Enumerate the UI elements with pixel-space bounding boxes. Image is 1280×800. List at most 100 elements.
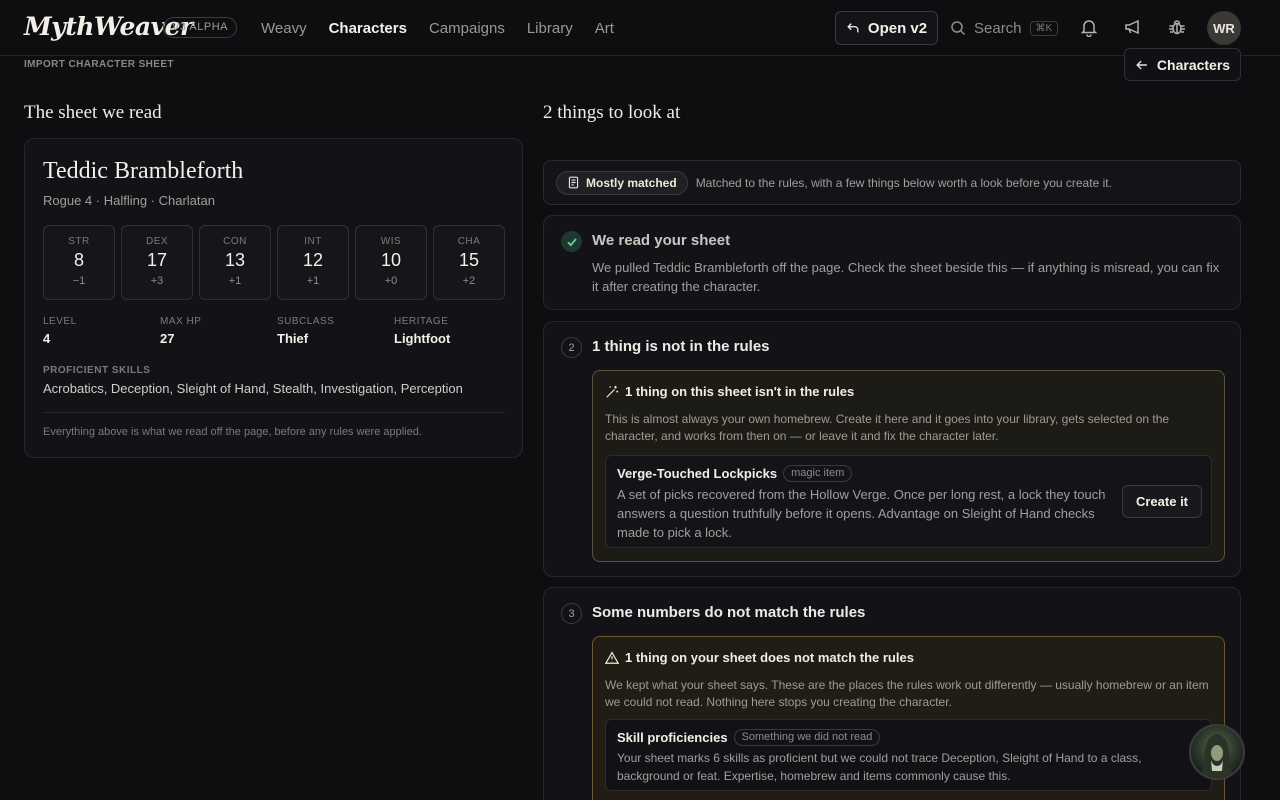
ability-con: CON 13 +1 bbox=[199, 225, 271, 300]
main-nav: Weavy Characters Campaigns Library Art bbox=[261, 0, 614, 56]
ability-mod: +2 bbox=[462, 275, 476, 287]
ability-abbr: CHA bbox=[457, 236, 481, 247]
search-icon bbox=[951, 21, 966, 36]
field-max-hp: MAX HP 27 bbox=[160, 316, 277, 346]
open-v2-button[interactable]: Open v2 bbox=[835, 11, 938, 45]
version-badge: V3 ALPHA bbox=[163, 17, 237, 38]
skills-value: Acrobatics, Deception, Sleight of Hand, … bbox=[43, 381, 463, 396]
field-level: LEVEL 4 bbox=[43, 316, 160, 346]
field-label: SUBCLASS bbox=[277, 316, 335, 327]
panel-title-text: 1 thing on your sheet does not match the… bbox=[625, 650, 914, 665]
ability-mod: −1 bbox=[72, 275, 86, 287]
item-tag: Something we did not read bbox=[733, 729, 881, 746]
field-value: 4 bbox=[43, 331, 51, 346]
sheet-heading: The sheet we read bbox=[24, 102, 162, 123]
hooded-figure-icon bbox=[1201, 734, 1233, 778]
homebrew-item: Verge-Touched Lockpicks magic item A set… bbox=[605, 455, 1212, 548]
ability-abbr: STR bbox=[68, 236, 90, 247]
mismatch-item: Skill proficiencies Something we did not… bbox=[605, 719, 1212, 791]
field-subclass: SUBCLASS Thief bbox=[277, 316, 394, 346]
ability-wis: WIS 10 +0 bbox=[355, 225, 427, 300]
top-navigation-bar: MythWeaver V3 ALPHA Weavy Characters Cam… bbox=[0, 0, 1280, 56]
create-it-button[interactable]: Create it bbox=[1122, 485, 1202, 518]
card-title: 1 thing is not in the rules bbox=[592, 338, 770, 355]
nav-item-characters[interactable]: Characters bbox=[329, 20, 407, 37]
step-number: 2 bbox=[561, 337, 582, 358]
ability-mod: +1 bbox=[228, 275, 242, 287]
card-title: Some numbers do not match the rules bbox=[592, 604, 866, 621]
ability-score: 15 bbox=[458, 250, 480, 270]
ability-int: INT 12 +1 bbox=[277, 225, 349, 300]
mismatch-panel: 1 thing on your sheet does not match the… bbox=[592, 636, 1225, 800]
nav-item-weavy[interactable]: Weavy bbox=[261, 20, 307, 37]
character-sheet-card: Teddic Brambleforth Rogue 4 · Halfling ·… bbox=[24, 138, 523, 458]
ability-cha: CHA 15 +2 bbox=[433, 225, 505, 300]
report-bug-button[interactable] bbox=[1167, 17, 1189, 39]
search-label: Search bbox=[974, 19, 1022, 37]
match-status-text: Matched to the rules, with a few things … bbox=[695, 175, 1112, 190]
return-arrow-icon bbox=[847, 23, 859, 33]
item-description: Your sheet marks 6 skills as proficient … bbox=[617, 751, 1142, 783]
divider bbox=[43, 412, 505, 413]
character-subtitle: Rogue 4 · Halfling · Charlatan bbox=[43, 193, 215, 208]
magic-wand-icon bbox=[606, 385, 619, 398]
skills-label: PROFICIENT SKILLS bbox=[43, 365, 151, 376]
match-status-bar: Mostly matched Matched to the rules, wit… bbox=[543, 160, 1241, 205]
ability-str: STR 8 −1 bbox=[43, 225, 115, 300]
match-status-pill: Mostly matched bbox=[556, 170, 688, 195]
back-to-characters-button[interactable]: Characters bbox=[1124, 48, 1241, 81]
item-description: A set of picks recovered from the Hollow… bbox=[617, 487, 1106, 540]
search-shortcut: ⌘K bbox=[1029, 20, 1059, 36]
panel-title: 1 thing on this sheet isn't in the rules bbox=[605, 384, 854, 399]
nav-item-campaigns[interactable]: Campaigns bbox=[429, 20, 505, 37]
megaphone-icon bbox=[1125, 19, 1139, 35]
bug-icon bbox=[1169, 20, 1185, 35]
review-heading: 2 things to look at bbox=[543, 102, 681, 123]
bell-icon bbox=[1080, 20, 1098, 38]
item-name: Verge-Touched Lockpicks magic item bbox=[617, 465, 853, 482]
ability-mod: +1 bbox=[306, 275, 320, 287]
item-name: Skill proficiencies Something we did not… bbox=[617, 729, 881, 746]
ability-abbr: INT bbox=[304, 236, 322, 247]
ability-score: 12 bbox=[302, 250, 324, 270]
back-label: Characters bbox=[1156, 56, 1231, 73]
ability-score: 8 bbox=[73, 250, 84, 270]
card-body: We pulled Teddic Brambleforth off the pa… bbox=[592, 260, 1220, 294]
ability-scores: STR 8 −1 DEX 17 +3 CON 13 +1 INT 12 +1 WIS 10 +0 C… bbox=[43, 225, 505, 300]
ability-score: 17 bbox=[146, 250, 168, 270]
user-avatar[interactable]: WR bbox=[1207, 11, 1241, 45]
field-value: 27 bbox=[160, 331, 175, 346]
panel-title-text: 1 thing on this sheet isn't in the rules bbox=[625, 384, 855, 399]
field-label: HERITAGE bbox=[394, 316, 449, 327]
item-name-text: Verge-Touched Lockpicks bbox=[617, 466, 778, 481]
ability-mod: +0 bbox=[384, 275, 398, 287]
numbers-mismatch-card: 3 Some numbers do not match the rules 1 … bbox=[543, 587, 1241, 800]
check-badge bbox=[561, 231, 582, 252]
character-name: Teddic Brambleforth bbox=[43, 158, 244, 184]
ability-mod: +3 bbox=[150, 275, 164, 287]
check-icon bbox=[566, 237, 577, 246]
field-label: MAX HP bbox=[160, 316, 202, 327]
ability-abbr: DEX bbox=[145, 236, 169, 247]
announcements-button[interactable] bbox=[1123, 17, 1145, 39]
assistant-avatar[interactable] bbox=[1189, 724, 1245, 780]
notifications-button[interactable] bbox=[1079, 17, 1101, 39]
panel-body: This is almost always your own homebrew.… bbox=[605, 412, 1170, 443]
field-value: Lightfoot bbox=[394, 331, 451, 346]
panel-body: We kept what your sheet says. These are … bbox=[605, 678, 1209, 709]
match-status-label: Mostly matched bbox=[586, 175, 677, 190]
ability-dex: DEX 17 +3 bbox=[121, 225, 193, 300]
not-in-rules-card: 2 1 thing is not in the rules 1 thing on… bbox=[543, 321, 1241, 577]
open-v2-label: Open v2 bbox=[867, 19, 928, 37]
search-button[interactable]: Search ⌘K bbox=[950, 14, 1059, 42]
document-icon bbox=[568, 176, 579, 189]
item-type-tag: magic item bbox=[783, 465, 853, 482]
panel-title: 1 thing on your sheet does not match the… bbox=[605, 650, 914, 665]
card-title: We read your sheet bbox=[592, 232, 731, 249]
nav-item-library[interactable]: Library bbox=[527, 20, 573, 37]
field-heritage: HERITAGE Lightfoot bbox=[394, 316, 511, 346]
arrow-left-icon bbox=[1136, 60, 1147, 69]
warning-icon bbox=[605, 650, 619, 664]
ability-score: 13 bbox=[224, 250, 246, 270]
nav-item-art[interactable]: Art bbox=[595, 20, 614, 37]
